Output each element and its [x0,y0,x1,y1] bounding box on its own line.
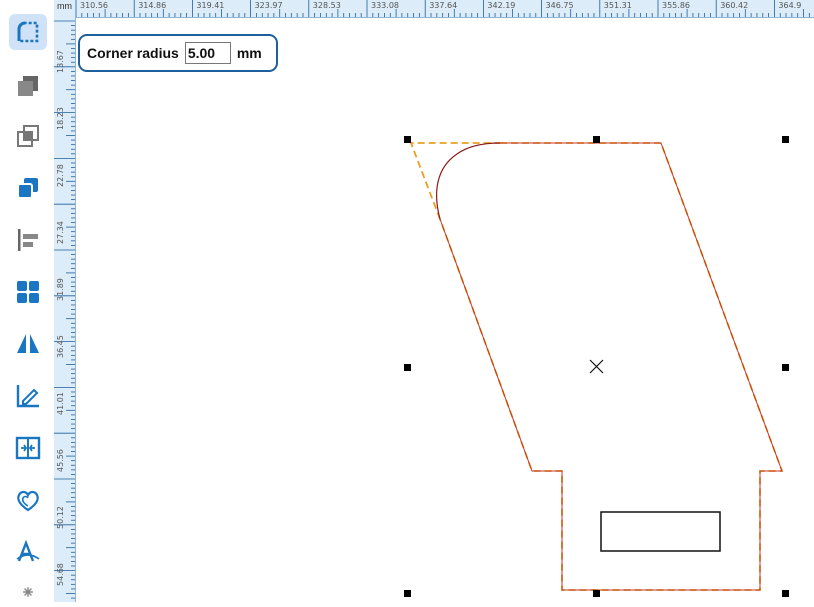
round-corner-icon [17,21,39,43]
inner-rectangle[interactable] [600,511,721,552]
ruler-top-label: 346.75 [546,1,574,10]
tool-palette [0,0,54,602]
split-tool[interactable] [9,430,47,466]
rounded-corner-arc[interactable] [436,142,501,220]
overlap-tool[interactable] [9,118,47,154]
shadow-tool[interactable] [9,68,47,104]
ruler-top-label: 314.86 [138,1,166,10]
handle-top-center[interactable] [593,136,600,143]
ruler-left-label: 31.89 [56,278,65,301]
center-marker [589,359,604,374]
ruler-top-label: 328.53 [313,1,341,10]
outline-icon [17,490,39,512]
edit-angle-tool[interactable] [9,378,47,414]
ruler-left-label: 54.68 [56,563,65,586]
handle-top-right[interactable] [782,136,789,143]
overlap-icon [17,125,39,147]
ruler-left-label: 13.67 [56,50,65,73]
handle-bottom-center[interactable] [593,590,600,597]
handle-top-left[interactable] [404,136,411,143]
ruler-unit: mm [54,0,75,17]
grid-icon [17,281,39,303]
corner-radius-panel: Corner radius mm [78,34,278,72]
ruler-top-label: 355.86 [662,1,690,10]
handle-middle-left[interactable] [404,364,411,371]
shape-outline-solid [439,142,783,591]
ruler-top-label: 342.19 [487,1,515,10]
mirror-tool[interactable] [9,326,47,362]
corner-radius-input[interactable] [184,42,231,64]
ruler-left-label: 45.56 [56,449,65,472]
ruler-top-label: 323.97 [255,1,283,10]
split-icon [15,436,41,460]
combine-tool[interactable] [9,170,47,206]
ruler-top-label: 351.31 [604,1,632,10]
align-left-icon [18,229,38,251]
text-path-icon [16,539,40,562]
handle-bottom-left[interactable] [404,590,411,597]
grid-tool[interactable] [9,274,47,310]
shape-outline[interactable] [439,142,784,591]
corner-radius-unit: mm [236,45,262,61]
round-corner-tool[interactable] [9,14,47,50]
more-tool[interactable] [9,582,47,602]
ruler-left-label: 41.01 [56,392,65,415]
ruler-left-label: 27.34 [56,221,65,244]
drawing-canvas[interactable] [76,18,814,602]
more-icon [23,587,33,597]
align-left-tool[interactable] [9,222,47,258]
edit-angle-icon [16,385,39,408]
ruler-left-label: 18.23 [56,107,65,130]
ruler-top-label: 364.9 [778,1,801,10]
vertical-ruler[interactable]: 13.67 18.23 22.78 27.34 31.89 36.45 41.01 45.56… [54,17,76,602]
corner-radius-label: Corner radius [87,45,179,61]
ruler-left-label: 50.12 [56,506,65,529]
ruler-top-label: 337.64 [429,1,457,10]
combine-icon [17,178,38,199]
ruler-top-label: 319.41 [196,1,224,10]
ruler-left-label: 36.45 [56,335,65,358]
text-path-tool[interactable] [9,534,47,570]
handle-bottom-right[interactable] [782,590,789,597]
ruler-left-label: 22.78 [56,164,65,187]
ruler-top-label: 310.56 [80,1,108,10]
outline-tool[interactable] [9,482,47,518]
shadow-icon [18,76,38,96]
horizontal-ruler[interactable]: 310.56 314.86 319.41 323.97 328.53 333.08 337.… [54,0,814,18]
handle-middle-right[interactable] [782,364,789,371]
ruler-top-label: 360.42 [720,1,748,10]
ruler-top-label: 333.08 [371,1,399,10]
mirror-icon [17,334,39,353]
